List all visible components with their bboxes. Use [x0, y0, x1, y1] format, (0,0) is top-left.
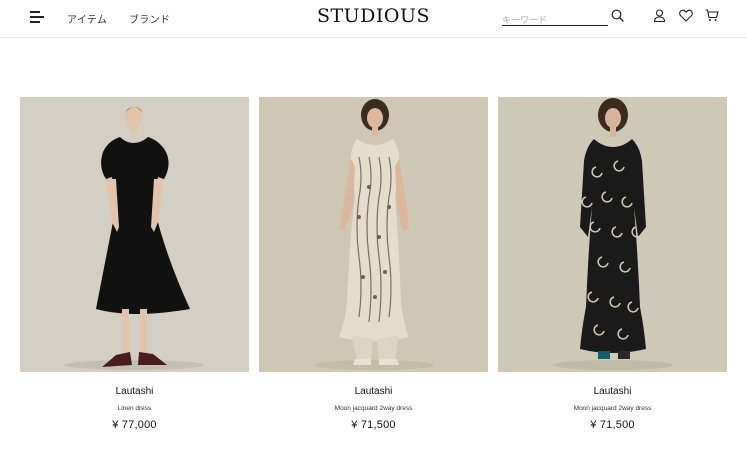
- cart-icon[interactable]: [705, 9, 719, 22]
- nav-items-link[interactable]: アイテム: [67, 11, 107, 26]
- search-field: [502, 8, 608, 29]
- menu-icon[interactable]: [30, 10, 46, 24]
- product-image[interactable]: [259, 97, 488, 372]
- site-header: アイテム ブランド STUDIOUS: [0, 0, 747, 38]
- product-name[interactable]: Moon jacquard 2way dress: [498, 405, 727, 412]
- search-input[interactable]: [502, 13, 608, 29]
- product-name[interactable]: Linen dress: [20, 405, 249, 412]
- site-logo-wrap: STUDIOUS: [0, 5, 747, 27]
- product-brand[interactable]: Lautashi: [259, 386, 488, 397]
- user-icon[interactable]: [653, 9, 666, 22]
- product-name[interactable]: Moon jacquard 2way dress: [259, 405, 488, 412]
- product-image[interactable]: [20, 97, 249, 372]
- product-image[interactable]: [498, 97, 727, 372]
- product-brand[interactable]: Lautashi: [498, 386, 727, 397]
- product-card[interactable]: Lautashi Linen dress ¥ 77,000: [20, 97, 249, 431]
- product-card[interactable]: Lautashi Moon jacquard 2way dress ¥ 71,5…: [498, 97, 727, 431]
- nav-brands-link[interactable]: ブランド: [129, 11, 170, 26]
- product-brand[interactable]: Lautashi: [20, 386, 249, 397]
- product-card[interactable]: Lautashi Moon jacquard 2way dress ¥ 71,5…: [259, 97, 488, 431]
- site-logo[interactable]: STUDIOUS: [317, 5, 430, 27]
- product-price: ¥ 77,000: [112, 419, 157, 431]
- search-icon[interactable]: [611, 9, 625, 23]
- product-price: ¥ 71,500: [590, 419, 635, 431]
- product-price: ¥ 71,500: [351, 419, 396, 431]
- heart-icon[interactable]: [679, 9, 693, 22]
